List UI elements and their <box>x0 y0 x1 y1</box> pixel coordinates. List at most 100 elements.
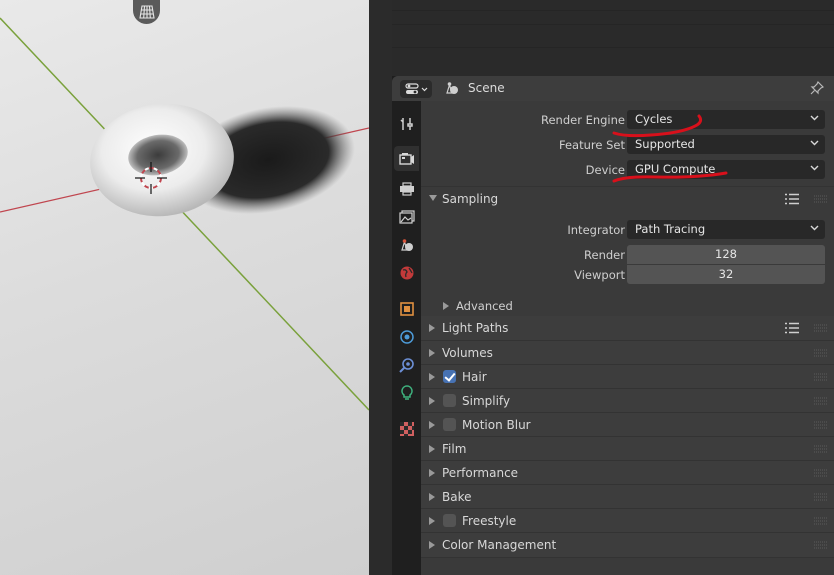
panel-color-management-header[interactable]: Color Management <box>421 533 834 557</box>
y-axis-line <box>0 17 369 411</box>
presets-list-icon[interactable] <box>784 193 800 205</box>
physics-icon <box>399 329 414 344</box>
chevron-down-icon <box>810 140 819 146</box>
drag-handle-icon[interactable] <box>814 469 828 477</box>
integrator-label: Integrator <box>567 223 625 237</box>
triangle-right-icon <box>429 397 435 405</box>
tab-tool[interactable] <box>394 111 419 136</box>
hair-checkbox[interactable] <box>443 370 456 383</box>
render-engine-row: Render Engine Cycles <box>421 109 834 131</box>
panel-volumes-header[interactable]: Volumes <box>421 341 834 365</box>
tab-object[interactable] <box>394 296 419 321</box>
editor-type-button[interactable] <box>400 80 432 98</box>
tab-light-data[interactable] <box>394 380 419 405</box>
triangle-right-icon <box>443 302 449 310</box>
tab-output[interactable] <box>394 176 419 201</box>
triangle-down-icon <box>429 195 437 201</box>
panel-performance-title: Performance <box>442 466 519 480</box>
tool-icon <box>399 117 413 130</box>
panel-freestyle-title: Freestyle <box>462 514 517 528</box>
panel-hair-header[interactable]: Hair <box>421 365 834 389</box>
tab-texture[interactable] <box>394 416 419 441</box>
drag-handle-icon[interactable] <box>814 324 828 332</box>
view-layer-icon <box>398 209 415 224</box>
panel-performance-header[interactable]: Performance <box>421 461 834 485</box>
viewport-scene <box>0 17 369 411</box>
panel-freestyle-header[interactable]: Freestyle <box>421 509 834 533</box>
panel-motion-blur-title: Motion Blur <box>462 418 531 432</box>
panel-sampling-header[interactable]: Sampling <box>421 187 834 211</box>
panel-bake-header[interactable]: Bake <box>421 485 834 509</box>
triangle-right-icon <box>429 493 435 501</box>
properties-header: Scene <box>392 76 834 101</box>
triangle-right-icon <box>429 421 435 429</box>
feature-set-label: Feature Set <box>559 138 625 152</box>
device-dropdown[interactable]: GPU Compute <box>627 160 825 179</box>
render-samples-row: Render 128 <box>421 244 834 266</box>
drag-handle-icon[interactable] <box>814 445 828 453</box>
panel-light-paths-title: Light Paths <box>442 321 509 335</box>
chevron-down-icon <box>810 165 819 171</box>
subpanel-advanced-header[interactable]: Advanced <box>421 295 834 317</box>
device-value: GPU Compute <box>635 162 716 176</box>
object-icon <box>399 301 414 316</box>
integrator-row: Integrator Path Tracing <box>421 219 834 241</box>
3d-viewport[interactable] <box>0 0 369 575</box>
motion-blur-checkbox[interactable] <box>443 418 456 431</box>
drag-handle-icon[interactable] <box>814 517 828 525</box>
panel-film-title: Film <box>442 442 467 456</box>
drag-handle-icon[interactable] <box>814 373 828 381</box>
tab-world[interactable] <box>394 260 419 285</box>
feature-set-dropdown[interactable]: Supported <box>627 135 825 154</box>
panel-light-paths-header[interactable]: Light Paths <box>421 316 834 340</box>
panel-hair-title: Hair <box>462 370 487 384</box>
panel-film-header[interactable]: Film <box>421 437 834 461</box>
feature-set-row: Feature Set Supported <box>421 134 834 156</box>
integrator-value: Path Tracing <box>635 222 706 236</box>
drag-handle-icon[interactable] <box>814 421 828 429</box>
triangle-right-icon <box>429 517 435 525</box>
area-separator[interactable] <box>369 0 392 575</box>
drag-handle-icon[interactable] <box>814 541 828 549</box>
panel-bake-title: Bake <box>442 490 472 504</box>
drag-handle-icon[interactable] <box>814 349 828 357</box>
tab-render[interactable] <box>394 146 419 171</box>
drag-handle-icon[interactable] <box>814 397 828 405</box>
constraints-icon <box>398 357 414 373</box>
render-samples-label: Render <box>584 248 625 262</box>
panel-simplify-header[interactable]: Simplify <box>421 389 834 413</box>
panel-simplify-title: Simplify <box>462 394 511 408</box>
triangle-right-icon <box>429 349 435 357</box>
scene-icon <box>444 81 460 98</box>
texture-icon <box>399 421 414 436</box>
viewport-samples-field[interactable]: 32 <box>627 265 825 284</box>
integrator-dropdown[interactable]: Path Tracing <box>627 220 825 239</box>
panel-motion-blur-header[interactable]: Motion Blur <box>421 413 834 437</box>
feature-set-value: Supported <box>635 137 695 151</box>
panel-sampling-title: Sampling <box>442 192 499 206</box>
triangle-right-icon <box>429 469 435 477</box>
render-samples-field[interactable]: 128 <box>627 245 825 264</box>
render-properties: Render Engine Cycles Feature Set Support… <box>421 101 834 575</box>
output-icon <box>399 181 414 196</box>
drag-handle-icon[interactable] <box>814 195 828 203</box>
tab-physics[interactable] <box>394 324 419 349</box>
subpanel-advanced-title: Advanced <box>456 299 513 313</box>
pin-icon[interactable] <box>810 80 825 98</box>
freestyle-checkbox[interactable] <box>443 514 456 527</box>
render-engine-value: Cycles <box>635 112 673 126</box>
chevron-down-icon <box>810 115 819 121</box>
triangle-right-icon <box>429 324 435 332</box>
scene-icon <box>400 238 413 251</box>
panel-color-management-title: Color Management <box>442 538 557 552</box>
tab-scene[interactable] <box>394 232 419 257</box>
tab-view-layer[interactable] <box>394 204 419 229</box>
tab-constraints[interactable] <box>394 352 419 377</box>
outliner-area[interactable] <box>392 0 834 76</box>
drag-handle-icon[interactable] <box>814 493 828 501</box>
render-engine-dropdown[interactable]: Cycles <box>627 110 825 129</box>
presets-list-icon[interactable] <box>784 322 800 334</box>
device-row: Device GPU Compute <box>421 159 834 181</box>
simplify-checkbox[interactable] <box>443 394 456 407</box>
breadcrumb-scene: Scene <box>468 81 505 95</box>
